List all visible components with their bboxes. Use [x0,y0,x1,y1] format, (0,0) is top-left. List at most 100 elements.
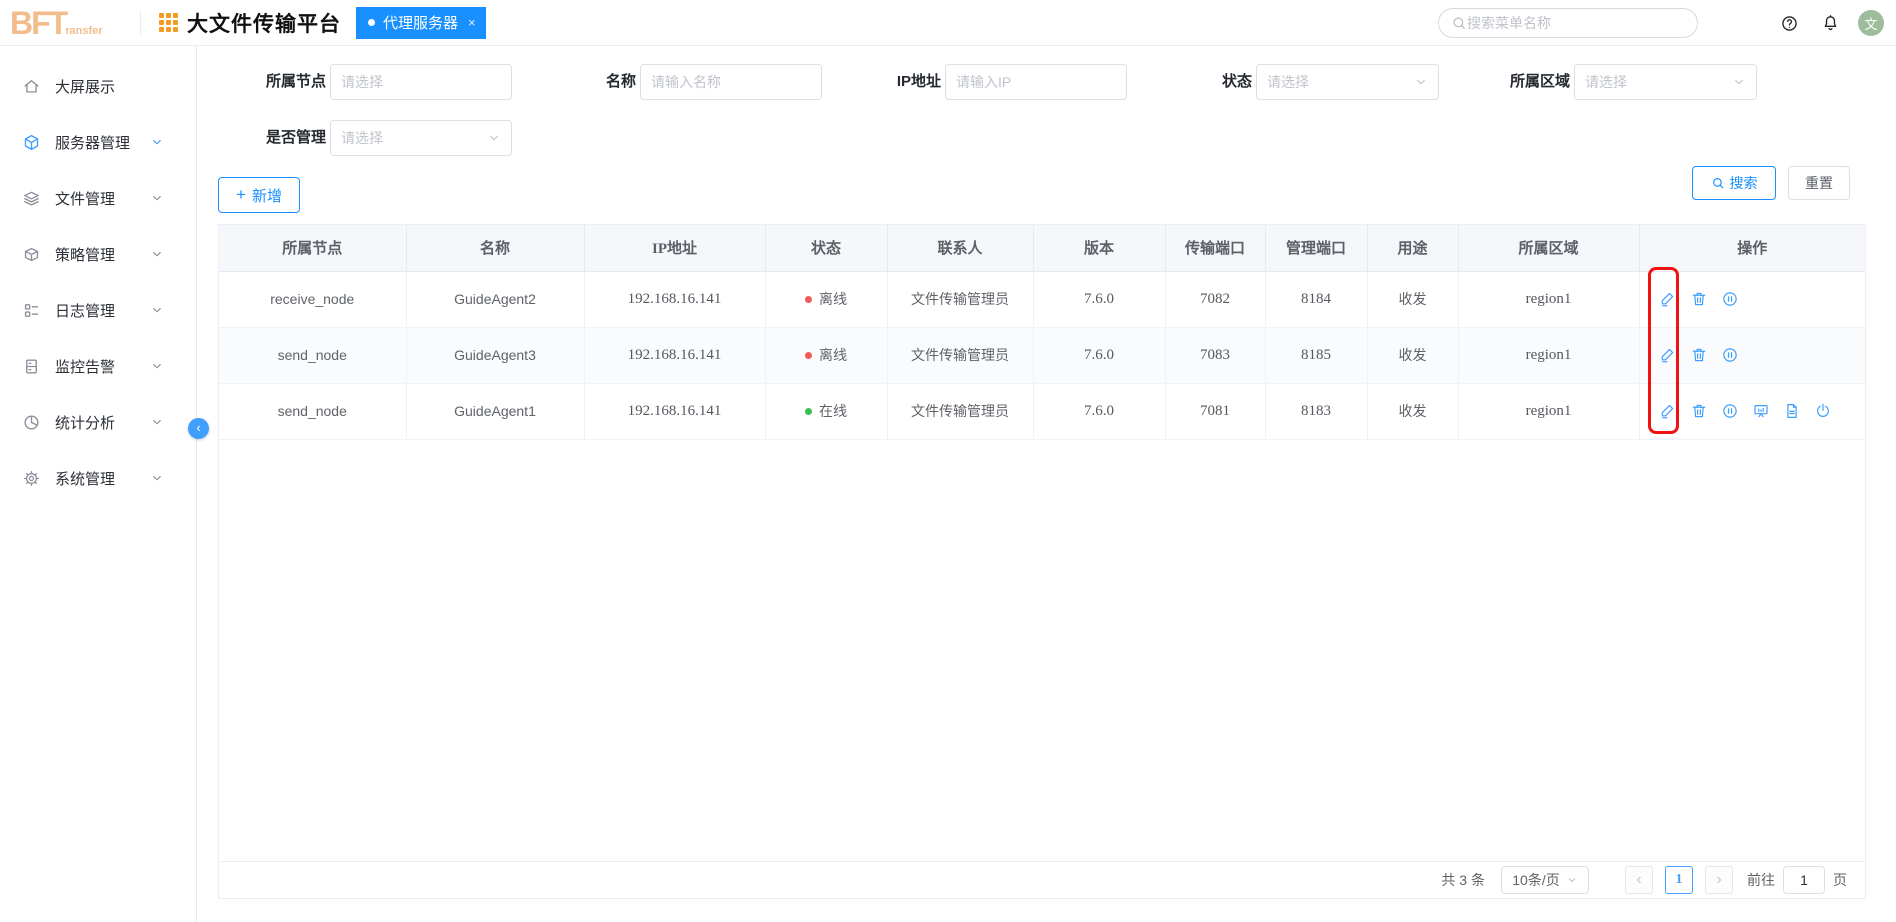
column-header: 联系人 [887,225,1033,271]
edit-icon[interactable] [1659,402,1677,420]
sidebar-menu: 大屏展示服务器管理文件管理策略管理日志管理监控告警统计分析系统管理 [0,58,196,506]
status-dot-icon [805,352,812,359]
home-icon [22,77,41,96]
sidebar-item-files[interactable]: 文件管理 [0,170,196,226]
pause-icon[interactable] [1721,402,1739,420]
search-icon [1451,15,1467,31]
menu-search-input[interactable] [1467,15,1685,31]
status-cell: 离线 [765,327,887,383]
chevron-down-icon [150,135,164,149]
sidebar-item-label: 策略管理 [55,244,150,265]
placeholder-text: 请选择 [341,72,501,92]
pie-icon [22,413,41,432]
prev-page-button[interactable]: ‹ [1625,866,1653,894]
cell: 文件传输管理员 [887,383,1033,439]
cell: send_node [219,383,406,439]
sidebar-item-strategy[interactable]: 策略管理 [0,226,196,282]
doc-icon[interactable] [1783,402,1801,420]
cell: 收发 [1367,271,1458,327]
pause-icon[interactable] [1721,346,1739,364]
sidebar-collapse-button[interactable]: ‹ [188,418,209,439]
cell: region1 [1458,383,1639,439]
drive-icon [22,357,41,376]
sidebar-item-label: 服务器管理 [55,132,150,153]
placeholder-text: 请输入名称 [651,72,811,92]
cell: 文件传输管理员 [887,327,1033,383]
sidebar-item-monitoring[interactable]: 监控告警 [0,338,196,394]
menu-search[interactable] [1438,8,1698,38]
table-card: 所属节点名称IP地址状态联系人版本传输端口管理端口用途所属区域操作receive… [218,224,1866,899]
tab-close-icon[interactable]: × [468,15,476,30]
cell: 192.168.16.141 [584,271,765,327]
sidebar-item-statistics[interactable]: 统计分析 [0,394,196,450]
filter-name-input[interactable]: 请输入名称 [640,64,822,100]
cube-icon [22,133,41,152]
sidebar-item-logs[interactable]: 日志管理 [0,282,196,338]
power-icon[interactable] [1814,402,1832,420]
column-header: 用途 [1367,225,1458,271]
cell: 192.168.16.141 [584,383,765,439]
tab-proxy-server[interactable]: 代理服务器 × [356,7,486,39]
goto-label: 前往 [1747,870,1775,890]
sidebar-item-label: 大屏展示 [55,76,178,97]
monitor-icon[interactable] [1752,402,1770,420]
chev-icon [487,131,501,145]
header-divider [140,10,141,36]
column-header: IP地址 [584,225,765,271]
chevron-down-icon [150,471,164,485]
filter-label-ip: IP地址 [842,64,941,100]
reset-button[interactable]: 重置 [1788,166,1850,200]
filter-ip-input[interactable]: 请输入IP [945,64,1127,100]
column-header: 所属区域 [1458,225,1639,271]
logo-suffix: ransfer [65,24,102,38]
cell: send_node [219,327,406,383]
sidebar-item-servers[interactable]: 服务器管理 [0,114,196,170]
chev-icon [1732,75,1746,89]
filter-label-region: 所属区域 [1471,64,1570,100]
column-header: 状态 [765,225,887,271]
main-content: 所属节点请选择名称请输入名称IP地址请输入IP状态请选择所属区域请选择是否管理请… [197,46,1896,922]
avatar[interactable]: 文 [1858,10,1884,36]
sidebar-item-label: 文件管理 [55,188,150,209]
delete-icon[interactable] [1690,346,1708,364]
search-button[interactable]: 搜索 [1692,166,1776,200]
next-page-button[interactable]: › [1705,866,1733,894]
filter-label-managed: 是否管理 [227,120,326,156]
help-icon[interactable] [1780,14,1799,33]
placeholder-text: 请选择 [341,128,487,148]
edit-icon[interactable] [1659,346,1677,364]
add-button[interactable]: + 新增 [218,177,300,213]
chevron-down-icon [150,303,164,317]
action-buttons [1659,290,1866,308]
filter-status-select[interactable]: 请选择 [1256,64,1439,100]
cell: GuideAgent3 [406,327,584,383]
delete-icon[interactable] [1690,402,1708,420]
page-size-select[interactable]: 10条/页 [1501,866,1589,894]
filter-managed-select[interactable]: 请选择 [330,120,512,156]
cell: region1 [1458,327,1639,383]
cell: 7.6.0 [1033,271,1165,327]
placeholder-text: 请选择 [1585,72,1732,92]
bell-icon[interactable] [1821,14,1840,33]
sidebar-item-dashboard[interactable]: 大屏展示 [0,58,196,114]
sidebar-item-system[interactable]: 系统管理 [0,450,196,506]
page-unit-label: 页 [1833,870,1847,890]
cell: 7.6.0 [1033,327,1165,383]
log-icon [22,301,41,320]
goto-page-input[interactable] [1783,866,1825,894]
pause-icon[interactable] [1721,290,1739,308]
filter-region-select[interactable]: 请选择 [1574,64,1757,100]
search-button-label: 搜索 [1730,173,1758,193]
cell: 收发 [1367,383,1458,439]
page-number-button[interactable]: 1 [1665,866,1693,894]
cell: 8184 [1265,271,1367,327]
filter-node-input[interactable]: 请选择 [330,64,512,100]
edit-icon[interactable] [1659,290,1677,308]
table-row: receive_nodeGuideAgent2192.168.16.141离线文… [219,271,1865,327]
column-header: 所属节点 [219,225,406,271]
placeholder-text: 请输入IP [956,72,1116,92]
cell: receive_node [219,271,406,327]
sidebar-item-label: 监控告警 [55,356,150,377]
sidebar: 大屏展示服务器管理文件管理策略管理日志管理监控告警统计分析系统管理 [0,46,197,922]
delete-icon[interactable] [1690,290,1708,308]
